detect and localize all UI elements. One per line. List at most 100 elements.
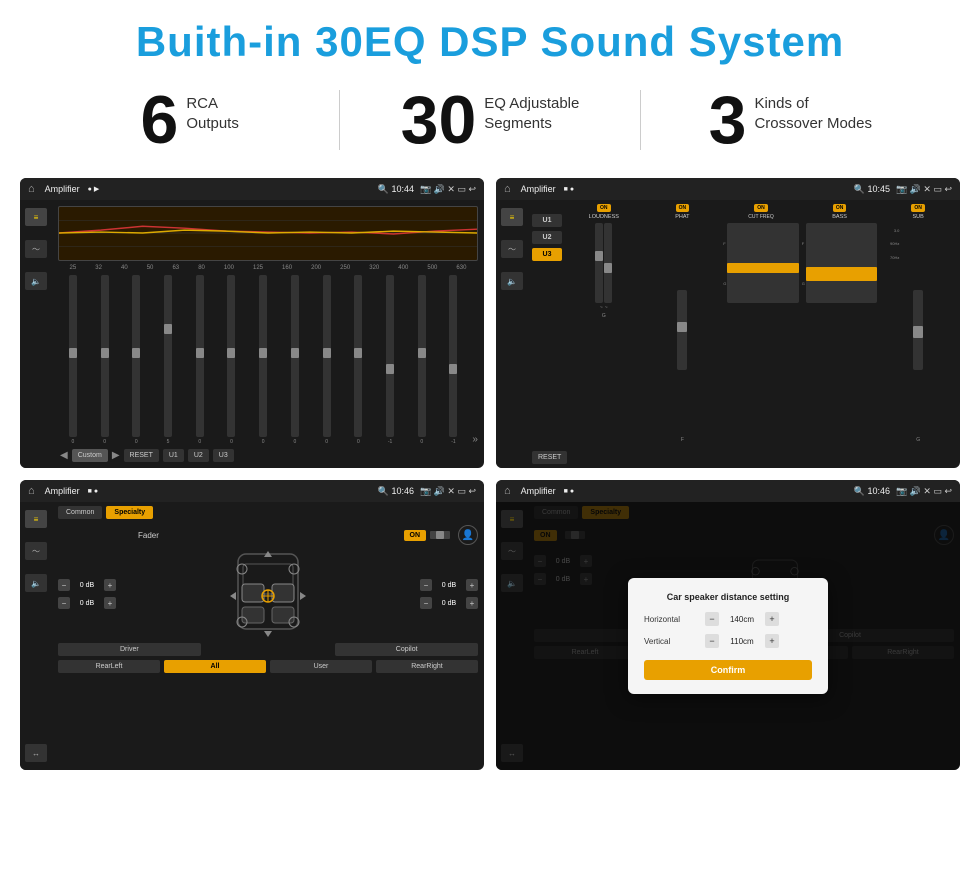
screen3-topbar: ⌂ Amplifier ■ ● 🔍 10:46 📷 🔊 ✕ ▭ ↩ xyxy=(20,480,484,502)
stat-divider-2 xyxy=(640,90,641,150)
reset-btn-amp[interactable]: RESET xyxy=(532,451,567,464)
rr-minus[interactable]: − xyxy=(420,597,432,609)
sub-on: ON xyxy=(911,204,925,212)
screen3-sidebar: ≡ 〜 🔈 ↔ xyxy=(20,502,52,770)
cutfreq-on: ON xyxy=(754,204,768,212)
speaker-icon-2[interactable]: 🔈 xyxy=(501,272,523,290)
home-icon-3[interactable]: ⌂ xyxy=(28,485,35,497)
rr-plus[interactable]: + xyxy=(466,597,478,609)
stat-rca-label: RCAOutputs xyxy=(186,86,239,133)
fr-plus[interactable]: + xyxy=(466,579,478,591)
rl-minus[interactable]: − xyxy=(58,597,70,609)
rl-db-value: 0 dB xyxy=(73,600,101,607)
rl-plus[interactable]: + xyxy=(104,597,116,609)
screen1-dots: ● ▶ xyxy=(88,185,100,193)
confirm-button[interactable]: Confirm xyxy=(644,660,812,680)
eq-slider-10: 0 xyxy=(343,275,373,445)
eq-sliders: 0 0 0 5 0 xyxy=(58,275,478,445)
screen1-title: Amplifier xyxy=(45,184,80,194)
screen4-dots: ■ ● xyxy=(564,488,574,495)
eq-icon-3[interactable]: ≡ xyxy=(25,510,47,528)
rearright-btn[interactable]: RearRight xyxy=(376,660,478,673)
vertical-plus[interactable]: + xyxy=(765,634,779,648)
fader-header: Fader ON 👤 xyxy=(58,525,478,545)
stat-eq-label: EQ AdjustableSegments xyxy=(484,86,579,133)
screen3-time: 🔍 10:46 xyxy=(378,486,414,497)
bass-label: BASS xyxy=(832,214,847,220)
vertical-row: Vertical − 110cm + xyxy=(644,634,812,648)
driver-btn[interactable]: Driver xyxy=(58,643,201,656)
home-icon-2[interactable]: ⌂ xyxy=(504,183,511,195)
horizontal-plus[interactable]: + xyxy=(765,612,779,626)
preset-u2[interactable]: U2 xyxy=(532,231,562,244)
reset-btn-eq[interactable]: RESET xyxy=(124,449,159,462)
preset-u1[interactable]: U1 xyxy=(532,214,562,227)
next-arrow[interactable]: ▶ xyxy=(112,450,120,461)
screen4-time: 🔍 10:46 xyxy=(854,486,890,497)
eq-slider-8: 0 xyxy=(280,275,310,445)
home-icon[interactable]: ⌂ xyxy=(28,183,35,195)
common-tab[interactable]: Common xyxy=(58,506,102,519)
rearleft-btn[interactable]: RearLeft xyxy=(58,660,160,673)
screen1-topbar: ⌂ Amplifier ● ▶ 🔍 10:44 📷 🔊 ✕ ▭ ↩ xyxy=(20,178,484,200)
screen4-title: Amplifier xyxy=(521,486,556,496)
eq-main: 253240506380 100125160200250320 40050063… xyxy=(52,200,484,468)
u3-btn-eq[interactable]: U3 xyxy=(213,449,234,462)
cutfreq-label: CUT FREQ xyxy=(748,214,773,220)
wave-icon-3[interactable]: 〜 xyxy=(25,542,47,560)
screen2-topbar: ⌂ Amplifier ■ ● 🔍 10:45 📷 🔊 ✕ ▭ ↩ xyxy=(496,178,960,200)
fader-on-button[interactable]: ON xyxy=(404,530,427,541)
eq-icon-2[interactable]: ≡ xyxy=(501,208,523,226)
preset-u3[interactable]: U3 xyxy=(532,248,562,261)
loudness-label: LOUDNESS xyxy=(589,214,619,220)
home-icon-4[interactable]: ⌂ xyxy=(504,485,511,497)
stat-crossover: 3 Kinds ofCrossover Modes xyxy=(661,86,920,154)
screen-fader: ⌂ Amplifier ■ ● 🔍 10:46 📷 🔊 ✕ ▭ ↩ ≡ 〜 🔈 … xyxy=(20,480,484,770)
screen1-content: ≡ 〜 🔈 xyxy=(20,200,484,468)
screen2-icons: 📷 🔊 ✕ ▭ ↩ xyxy=(896,184,952,195)
u2-btn-eq[interactable]: U2 xyxy=(188,449,209,462)
prev-arrow[interactable]: ◀ xyxy=(60,450,68,461)
eq-slider-2: 0 xyxy=(90,275,120,445)
speaker-icon[interactable]: 🔈 xyxy=(25,272,47,290)
fr-db-value: 0 dB xyxy=(435,582,463,589)
speaker-icon-3[interactable]: 🔈 xyxy=(25,574,47,592)
rr-db-value: 0 dB xyxy=(435,600,463,607)
car-diagram xyxy=(120,549,416,639)
fl-plus[interactable]: + xyxy=(104,579,116,591)
screen1-icons: 📷 🔊 ✕ ▭ ↩ xyxy=(420,184,476,195)
stat-divider-1 xyxy=(339,90,340,150)
screen2-title: Amplifier xyxy=(521,184,556,194)
eq-slider-13: -1 xyxy=(439,275,469,445)
rl-db-row: − 0 dB + xyxy=(58,597,116,609)
fl-minus[interactable]: − xyxy=(58,579,70,591)
eq-slider-1: 0 xyxy=(58,275,88,445)
vertical-value: 110cm xyxy=(723,637,761,646)
screen1-time: 🔍 10:44 xyxy=(378,184,414,195)
vertical-minus[interactable]: − xyxy=(705,634,719,648)
fr-minus[interactable]: − xyxy=(420,579,432,591)
specialty-tab[interactable]: Specialty xyxy=(106,506,153,519)
stat-rca-number: 6 xyxy=(140,86,178,154)
wave-icon[interactable]: 〜 xyxy=(25,240,47,258)
sub-label: SUB xyxy=(913,214,924,220)
screen4-topbar: ⌂ Amplifier ■ ● 🔍 10:46 📷 🔊 ✕ ▭ ↩ xyxy=(496,480,960,502)
eq-slider-4: 5 xyxy=(153,275,183,445)
fl-db-value: 0 dB xyxy=(73,582,101,589)
screen4-icons: 📷 🔊 ✕ ▭ ↩ xyxy=(896,486,952,497)
horizontal-label: Horizontal xyxy=(644,615,699,624)
horizontal-minus[interactable]: − xyxy=(705,612,719,626)
copilot-btn[interactable]: Copilot xyxy=(335,643,478,656)
screen3-content: ≡ 〜 🔈 ↔ Common Specialty Fader ON xyxy=(20,502,484,770)
all-btn[interactable]: All xyxy=(164,660,266,673)
user-btn[interactable]: User xyxy=(270,660,372,673)
eq-icon[interactable]: ≡ xyxy=(25,208,47,226)
fl-db-row: − 0 dB + xyxy=(58,579,116,591)
eq-slider-3: 0 xyxy=(121,275,151,445)
custom-btn[interactable]: Custom xyxy=(72,449,108,462)
u1-btn-eq[interactable]: U1 xyxy=(163,449,184,462)
phat-label: PHAT xyxy=(675,214,689,220)
channel-icon-3[interactable]: ↔ xyxy=(25,744,47,762)
screen1-sidebar: ≡ 〜 🔈 xyxy=(20,200,52,468)
wave-icon-2[interactable]: 〜 xyxy=(501,240,523,258)
